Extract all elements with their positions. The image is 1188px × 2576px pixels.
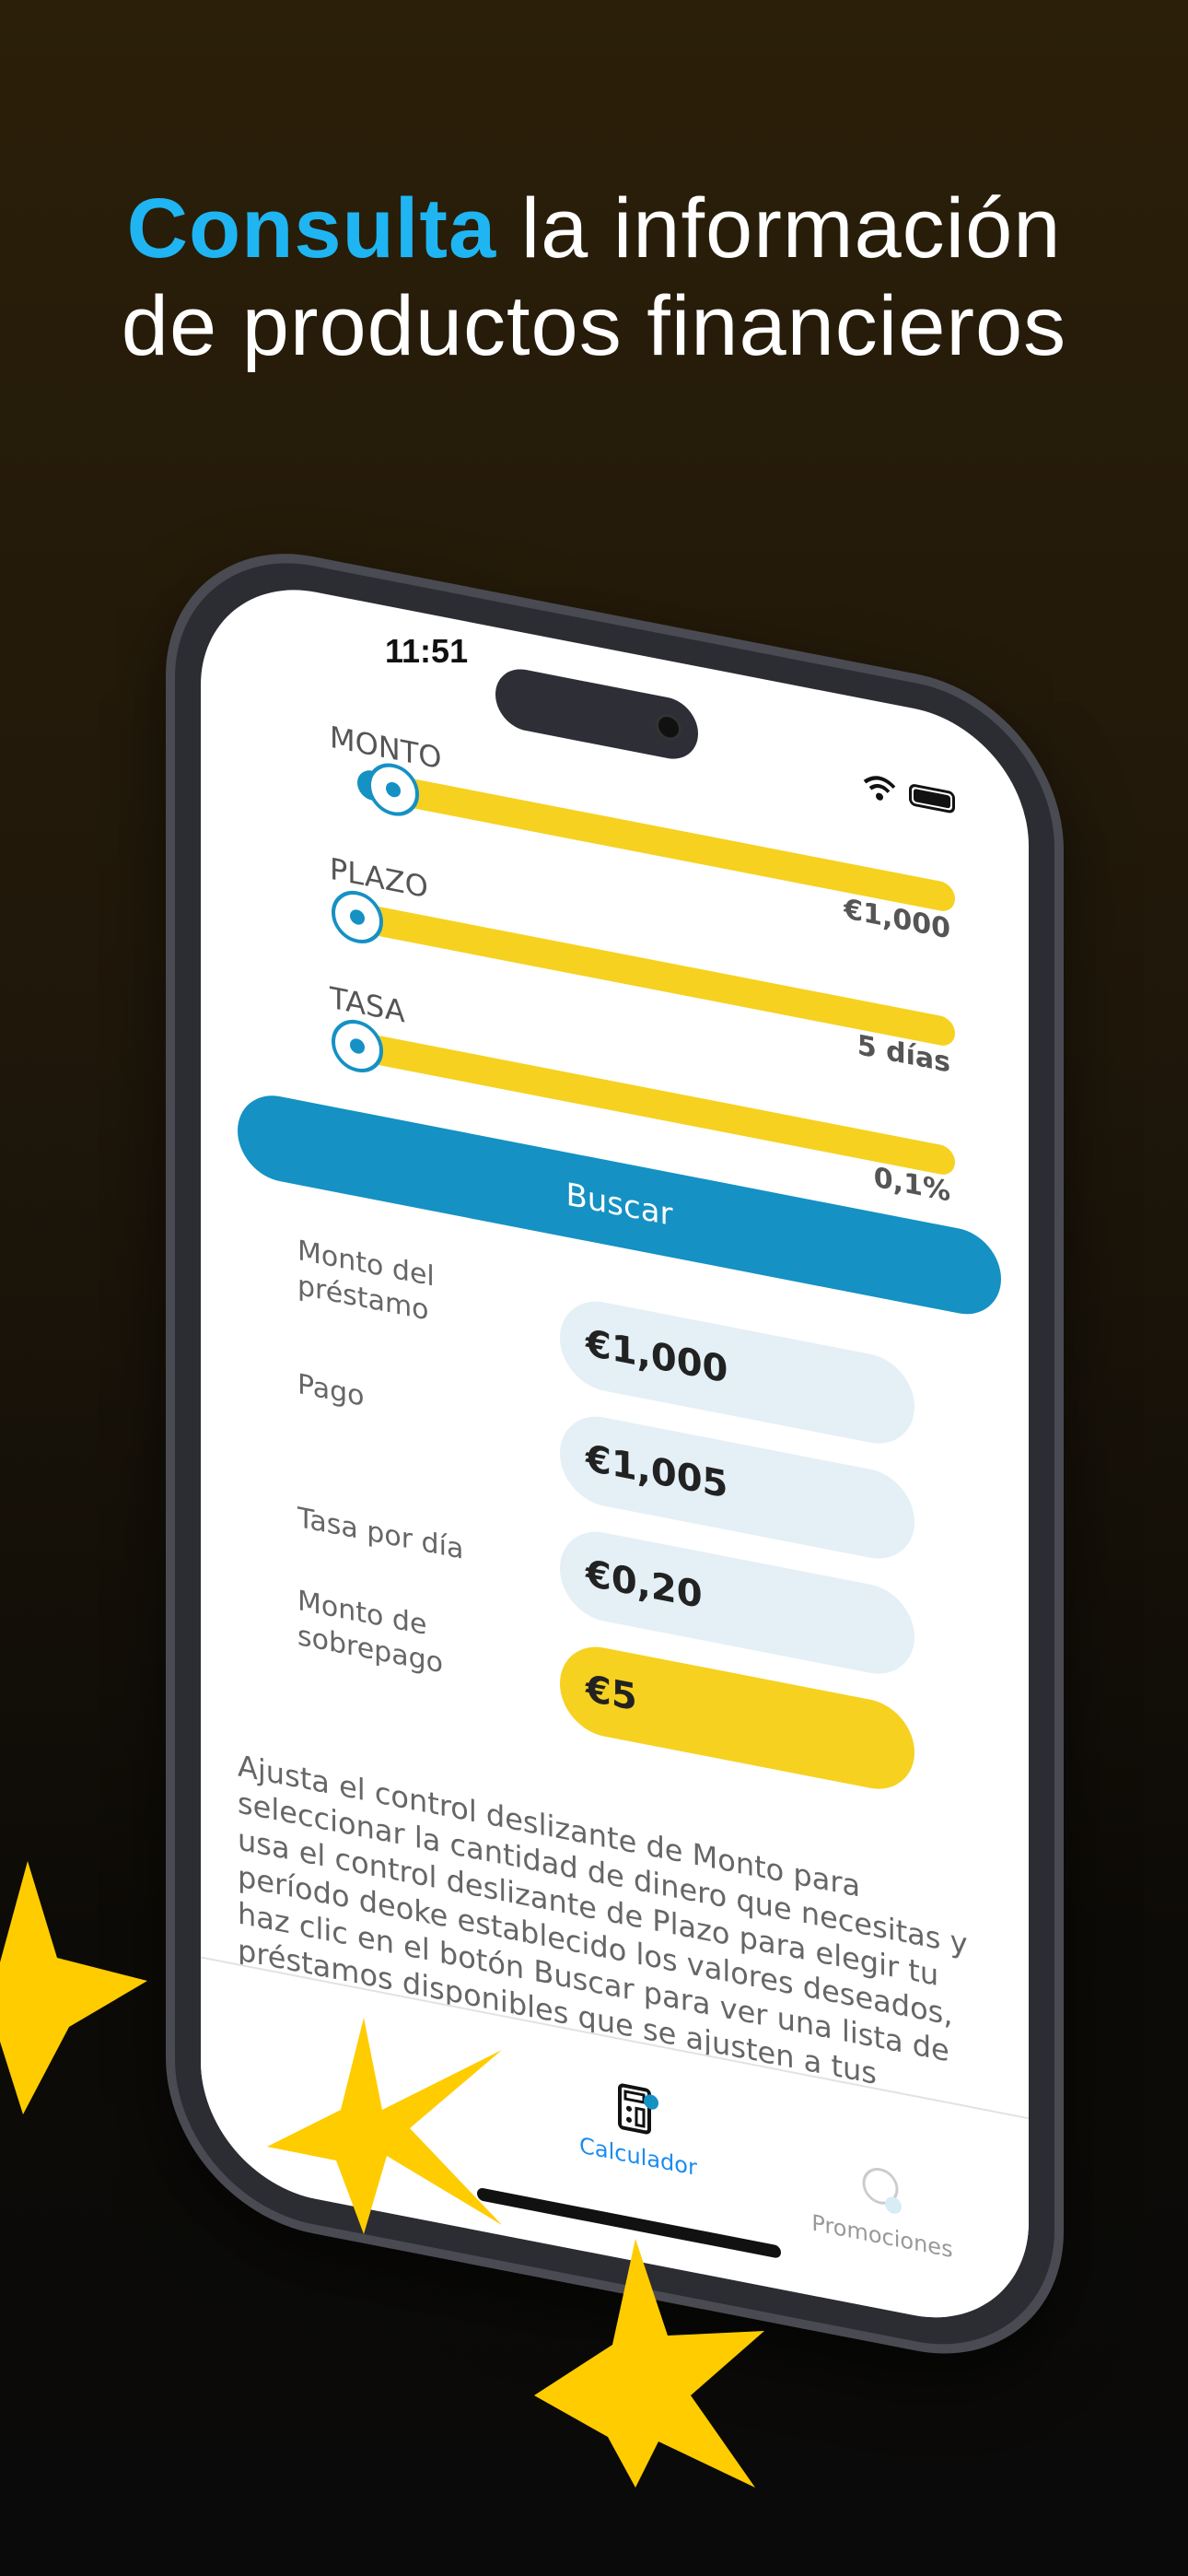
- wifi-icon: [863, 776, 896, 801]
- slider-thumb[interactable]: [332, 1015, 383, 1077]
- home-indicator: [477, 2186, 781, 2259]
- result-label-payment: Pago: [297, 1367, 365, 1413]
- slider-thumb[interactable]: [332, 886, 383, 948]
- tab-label: Calculador: [579, 2132, 697, 2182]
- status-icons: [863, 772, 955, 815]
- star-icon: [0, 1861, 147, 2114]
- dynamic-island: [495, 663, 698, 765]
- battery-icon: [909, 782, 955, 814]
- tab-calculador[interactable]: Calculador: [546, 2067, 730, 2187]
- camera-icon: [656, 711, 681, 743]
- tab-promociones[interactable]: Promociones: [790, 2147, 974, 2267]
- tab-label: Promociones: [811, 2209, 953, 2264]
- headline: Consulta la información de productos fin…: [0, 180, 1188, 375]
- headline-line1: la información: [496, 181, 1062, 275]
- result-label-daily-rate: Tasa por día: [297, 1501, 464, 1566]
- result-label-loan-amount: Monto del préstamo: [297, 1234, 435, 1328]
- promotions-icon: [862, 2168, 902, 2214]
- phone-frame: 11:51 MONTO €1,000 PLAZO 5 días TASA 0,1…: [175, 539, 1054, 2369]
- result-label-overpayment: Monto de sobrepago: [297, 1584, 443, 1680]
- status-time: 11:51: [385, 632, 469, 671]
- calculator-icon: [618, 2083, 658, 2135]
- headline-line2: de productos financieros: [121, 279, 1067, 373]
- phone-screen: 11:51 MONTO €1,000 PLAZO 5 días TASA 0,1…: [201, 569, 1029, 2338]
- headline-highlight: Consulta: [126, 181, 497, 275]
